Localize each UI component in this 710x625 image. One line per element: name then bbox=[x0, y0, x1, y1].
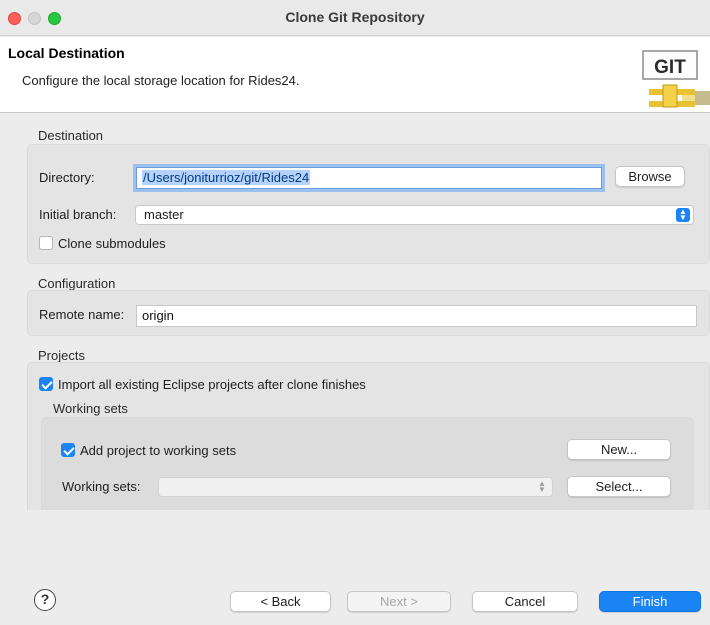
browse-button[interactable]: Browse bbox=[615, 166, 685, 187]
new-working-set-button[interactable]: New... bbox=[567, 439, 671, 460]
select-arrows-icon: ▲ ▼ bbox=[676, 208, 690, 222]
add-to-working-sets-checkbox[interactable] bbox=[61, 443, 75, 457]
finish-button[interactable]: Finish bbox=[599, 591, 701, 612]
page-title: Local Destination bbox=[8, 45, 125, 61]
back-button[interactable]: < Back bbox=[230, 591, 331, 612]
wizard-content: Destination Directory: /Users/joniturrio… bbox=[0, 114, 710, 511]
add-to-working-sets-label: Add project to working sets bbox=[80, 443, 237, 458]
help-icon[interactable]: ? bbox=[34, 589, 56, 611]
configuration-section-label: Configuration bbox=[38, 276, 116, 291]
title-bar: Clone Git Repository bbox=[0, 0, 710, 36]
git-logo-icon: GIT bbox=[642, 50, 710, 108]
git-logo-text: GIT bbox=[654, 57, 686, 78]
clone-submodules-label: Clone submodules bbox=[58, 236, 166, 251]
projects-section-label: Projects bbox=[38, 348, 85, 363]
select-working-sets-button[interactable]: Select... bbox=[567, 476, 671, 497]
initial-branch-label: Initial branch: bbox=[39, 207, 117, 222]
projects-group: Import all existing Eclipse projects aft… bbox=[27, 362, 710, 511]
select-arrows-icon: ▲ ▼ bbox=[538, 479, 546, 494]
destination-section-label: Destination bbox=[38, 128, 104, 143]
clone-submodules-checkbox[interactable] bbox=[39, 236, 53, 250]
page-description: Configure the local storage location for… bbox=[22, 73, 300, 88]
working-sets-section-label: Working sets bbox=[53, 401, 128, 416]
directory-label: Directory: bbox=[39, 170, 95, 185]
remote-name-value: origin bbox=[142, 308, 174, 323]
remote-name-label: Remote name: bbox=[39, 307, 125, 322]
destination-group: Directory: /Users/joniturrioz/git/Rides2… bbox=[27, 144, 710, 264]
configuration-group: Remote name: origin bbox=[27, 290, 710, 336]
import-projects-label: Import all existing Eclipse projects aft… bbox=[58, 377, 366, 392]
cancel-button[interactable]: Cancel bbox=[472, 591, 578, 612]
remote-name-input[interactable]: origin bbox=[136, 305, 697, 327]
working-sets-field-label: Working sets: bbox=[62, 479, 141, 494]
wizard-header: Local Destination Configure the local st… bbox=[0, 37, 710, 113]
import-projects-checkbox[interactable] bbox=[39, 377, 53, 391]
working-sets-select[interactable]: ▲ ▼ bbox=[158, 477, 553, 497]
directory-value: /Users/joniturrioz/git/Rides24 bbox=[142, 170, 311, 185]
directory-input[interactable]: /Users/joniturrioz/git/Rides24 bbox=[136, 167, 602, 189]
initial-branch-select[interactable]: master ▲ ▼ bbox=[135, 205, 694, 225]
working-sets-group: Add project to working sets New... Worki… bbox=[41, 417, 694, 511]
next-button[interactable]: Next > bbox=[347, 591, 451, 612]
window-title: Clone Git Repository bbox=[285, 9, 425, 25]
initial-branch-value: master bbox=[144, 207, 184, 222]
